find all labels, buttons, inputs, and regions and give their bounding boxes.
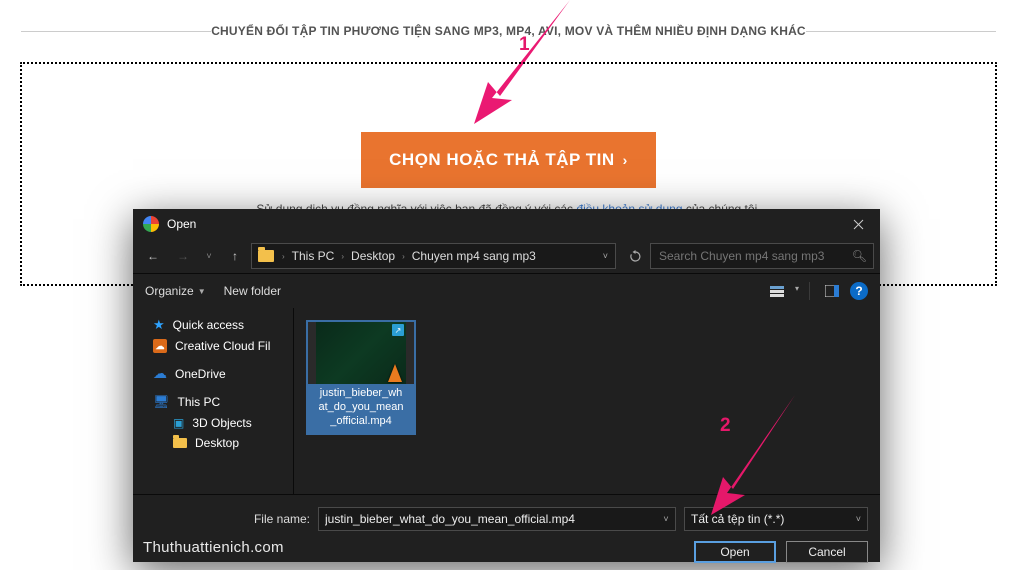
chevron-right-icon[interactable]: ›: [339, 252, 346, 261]
chevron-down-icon: ▼: [198, 287, 206, 296]
view-icon: [770, 286, 784, 297]
refresh-icon: [629, 250, 642, 263]
sidebar: ★Quick access ☁Creative Cloud Fil ☁OneDr…: [133, 308, 294, 494]
cancel-button[interactable]: Cancel: [786, 541, 868, 563]
annotation-number-2: 2: [720, 415, 731, 437]
star-icon: ★: [153, 317, 165, 333]
chevron-down-icon[interactable]: ˅: [199, 251, 219, 261]
chevron-down-icon: ˅: [856, 514, 861, 524]
cloud-icon: ☁: [153, 365, 167, 382]
chevron-right-icon[interactable]: ›: [400, 252, 407, 261]
filetype-select[interactable]: Tất cả tệp tin (*.*) ˅: [684, 507, 868, 531]
refresh-button[interactable]: [622, 243, 648, 269]
choose-file-label: CHỌN HOẶC THẢ TẬP TIN: [389, 150, 615, 170]
annotation-number-1: 1: [519, 34, 530, 56]
sidebar-item-creative-cloud[interactable]: ☁Creative Cloud Fil: [133, 336, 293, 356]
filename-field[interactable]: ˅: [318, 507, 676, 531]
file-list[interactable]: ↗ justin_bieber_wh at_do_you_mean _offic…: [294, 308, 880, 494]
sidebar-item-quick-access[interactable]: ★Quick access: [133, 314, 293, 336]
breadcrumb[interactable]: This PC: [287, 249, 340, 263]
close-button[interactable]: [836, 209, 880, 239]
folder-icon: [258, 250, 274, 262]
dialog-titlebar[interactable]: Open: [133, 209, 880, 239]
chevron-down-icon[interactable]: ˅: [657, 514, 675, 524]
watermark: Thuthuattienich.com: [143, 539, 284, 556]
separator: [809, 282, 810, 300]
vlc-icon: [388, 364, 402, 382]
divider-line: [806, 31, 996, 32]
open-button[interactable]: Open: [694, 541, 776, 563]
breadcrumb[interactable]: Desktop: [346, 249, 400, 263]
sidebar-item-onedrive[interactable]: ☁OneDrive: [133, 362, 293, 385]
dialog-footer: File name: ˅ Tất cả tệp tin (*.*) ˅ Open…: [133, 494, 880, 570]
nav-up-button[interactable]: ↑: [221, 243, 249, 269]
chrome-icon: [143, 216, 159, 232]
dialog-toolbar: Organize▼ New folder ?: [133, 274, 880, 308]
share-badge-icon: ↗: [392, 324, 404, 336]
search-input[interactable]: [657, 248, 846, 264]
help-button[interactable]: ?: [850, 282, 868, 300]
search-icon: 🔍︎: [852, 249, 867, 263]
address-bar[interactable]: › This PC › Desktop › Chuyen mp4 sang mp…: [251, 243, 616, 269]
close-icon: [853, 219, 864, 230]
cube-icon: ▣: [173, 416, 184, 430]
new-folder-button[interactable]: New folder: [224, 284, 281, 298]
nav-forward-button: →: [169, 243, 197, 269]
preview-pane-icon: [825, 285, 839, 297]
sidebar-item-3d-objects[interactable]: ▣3D Objects: [133, 413, 293, 433]
sidebar-item-this-pc[interactable]: 🖥This PC: [133, 391, 293, 413]
file-item[interactable]: ↗ justin_bieber_wh at_do_you_mean _offic…: [306, 320, 416, 435]
choose-file-button[interactable]: CHỌN HOẶC THẢ TẬP TIN ›: [361, 132, 656, 188]
sidebar-item-desktop[interactable]: Desktop: [133, 433, 293, 453]
chevron-down-icon[interactable]: ˅: [603, 251, 613, 261]
divider-line: [21, 31, 211, 32]
page-subtitle: CHUYỂN ĐỔI TẬP TIN PHƯƠNG TIỆN SANG MP3,…: [211, 24, 806, 38]
nav-back-button[interactable]: ←: [139, 243, 167, 269]
filename-label: File name:: [145, 512, 310, 526]
file-label: justin_bieber_wh at_do_you_mean _officia…: [308, 384, 414, 433]
chevron-right-icon: ›: [623, 152, 628, 168]
video-thumbnail: ↗: [308, 322, 414, 384]
preview-pane-button[interactable]: [818, 279, 846, 303]
view-mode-button[interactable]: [763, 279, 801, 303]
organize-menu[interactable]: Organize▼: [145, 284, 206, 298]
chevron-right-icon[interactable]: ›: [280, 252, 287, 261]
search-box[interactable]: 🔍︎: [650, 243, 874, 269]
creative-cloud-icon: ☁: [153, 339, 167, 353]
dialog-title: Open: [167, 217, 196, 231]
dialog-nav: ← → ˅ ↑ › This PC › Desktop › Chuyen mp4…: [133, 239, 880, 274]
pc-icon: 🖥: [153, 394, 170, 410]
folder-icon: [173, 438, 187, 448]
file-open-dialog: Open ← → ˅ ↑ › This PC › Desktop › Chuye…: [133, 209, 880, 562]
filename-input[interactable]: [319, 512, 657, 526]
breadcrumb[interactable]: Chuyen mp4 sang mp3: [407, 249, 541, 263]
